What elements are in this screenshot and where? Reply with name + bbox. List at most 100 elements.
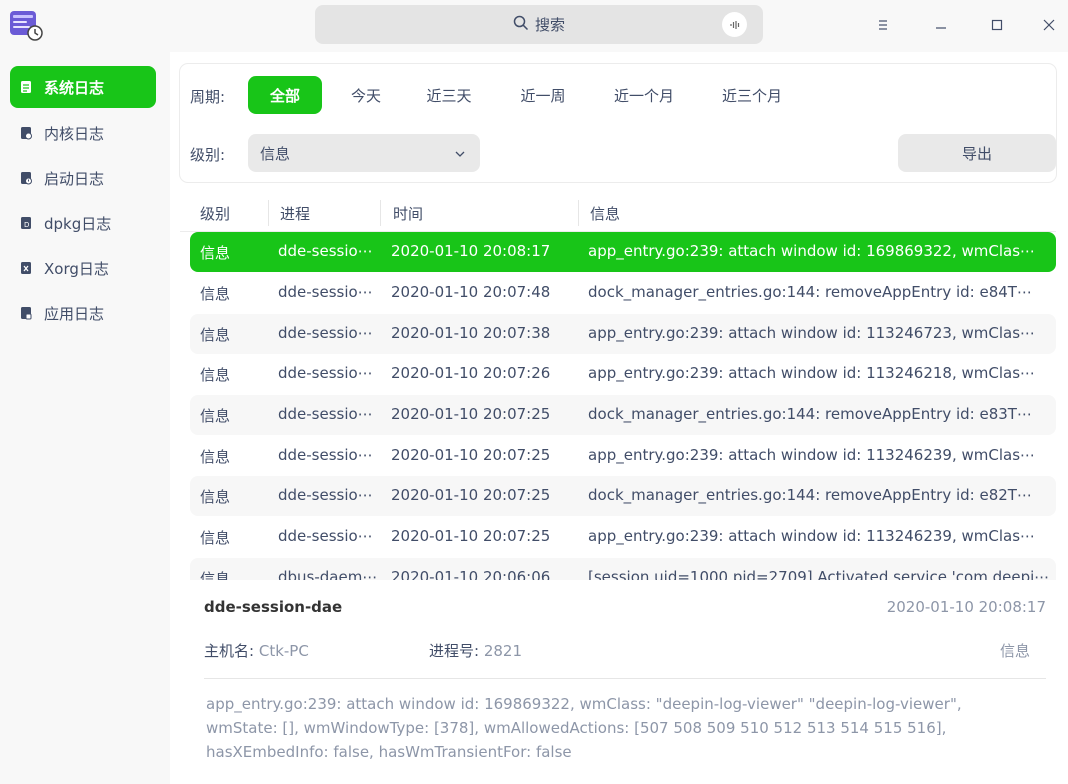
row-info: app_entry.go:239: attach window id: 1698… [588, 242, 1036, 260]
period-month-button[interactable]: 近一个月 [602, 76, 686, 114]
sidebar-item-label: 应用日志 [44, 304, 105, 323]
row-info: app_entry.go:239: attach window id: 1132… [588, 446, 1036, 464]
maximize-icon[interactable] [980, 8, 1014, 42]
table-row[interactable]: 信息 dde-sessio⋯ 2020-01-10 20:07:25 dock_… [190, 476, 1056, 516]
voice-icon[interactable] [722, 12, 747, 37]
detail-panel: dde-session-dae 2020-01-10 20:08:17 主机名:… [170, 580, 1068, 784]
row-info: app_entry.go:239: attach window id: 1132… [588, 527, 1036, 545]
detail-divider [204, 678, 1046, 679]
table-row[interactable]: 信息 dde-sessio⋯ 2020-01-10 20:07:25 dock_… [190, 395, 1056, 435]
column-divider[interactable] [268, 200, 269, 226]
row-process: dde-sessio⋯ [278, 446, 373, 464]
minimize-icon[interactable] [924, 8, 958, 42]
period-label: 周期: [190, 88, 226, 106]
app-log-icon [18, 305, 34, 321]
column-header-process[interactable]: 进程 [280, 203, 310, 223]
row-time: 2020-01-10 20:07:38 [391, 324, 551, 342]
log-table: 级别 进程 时间 信息 信息 dde-sessio⋯ 2020-01-10 20… [180, 194, 1056, 630]
row-level: 信息 [200, 366, 231, 384]
search-icon [513, 15, 529, 35]
row-level: 信息 [200, 448, 231, 466]
row-process: dde-sessio⋯ [278, 242, 373, 260]
table-row[interactable]: 信息 dde-sessio⋯ 2020-01-10 20:07:26 app_e… [190, 354, 1056, 394]
row-process: dde-sessio⋯ [278, 324, 373, 342]
detail-host-value: Ctk-PC [258, 642, 309, 660]
detail-pid: 进程号: 2821 [429, 640, 522, 661]
sidebar-item-kernel-log[interactable]: 内核日志 [10, 112, 156, 154]
export-button[interactable]: 导出 [898, 134, 1056, 172]
column-header-time[interactable]: 时间 [393, 203, 423, 223]
sidebar-item-boot-log[interactable]: 启动日志 [10, 157, 156, 199]
row-info: dock_manager_entries.go:144: removeAppEn… [588, 283, 1032, 301]
titlebar: 搜索 [0, 0, 1068, 52]
table-row[interactable]: 信息 dde-sessio⋯ 2020-01-10 20:07:38 app_e… [190, 314, 1056, 354]
row-level: 信息 [200, 285, 231, 303]
search-input[interactable]: 搜索 [315, 5, 763, 44]
boot-icon [18, 170, 34, 186]
level-select-value: 信息 [260, 144, 291, 163]
row-process: dde-sessio⋯ [278, 486, 373, 504]
detail-process: dde-session-dae [204, 598, 343, 616]
column-divider[interactable] [380, 200, 381, 226]
sidebar-item-system-log[interactable]: 系统日志 [10, 66, 156, 108]
row-time: 2020-01-10 20:07:48 [391, 283, 551, 301]
table-row[interactable]: 信息 dde-sessio⋯ 2020-01-10 20:08:17 app_e… [190, 232, 1056, 272]
period-all-button[interactable]: 全部 [248, 76, 322, 114]
sidebar-item-label: 内核日志 [44, 124, 105, 143]
row-process: dde-sessio⋯ [278, 283, 373, 301]
period-today-button[interactable]: 今天 [338, 76, 394, 114]
table-row[interactable]: 信息 dde-sessio⋯ 2020-01-10 20:07:25 app_e… [190, 517, 1056, 557]
sidebar-item-app-log[interactable]: 应用日志 [10, 292, 156, 334]
filter-panel: 周期: 全部 今天 近三天 近一周 近一个月 近三个月 级别: 信息 导出 [180, 64, 1056, 182]
period-3months-button[interactable]: 近三个月 [710, 76, 794, 114]
row-process: dde-sessio⋯ [278, 364, 373, 382]
sidebar-item-label: Xorg日志 [44, 259, 109, 278]
detail-level: 信息 [999, 642, 1030, 660]
detail-host: 主机名: Ctk-PC [204, 640, 309, 661]
level-label: 级别: [190, 146, 226, 164]
period-3days-button[interactable]: 近三天 [414, 76, 484, 114]
row-level: 信息 [200, 244, 231, 262]
row-process: dde-sessio⋯ [278, 527, 373, 545]
row-info: dock_manager_entries.go:144: removeAppEn… [588, 405, 1032, 423]
table-row[interactable]: 信息 dde-sessio⋯ 2020-01-10 20:07:25 app_e… [190, 436, 1056, 476]
close-icon[interactable] [1032, 8, 1066, 42]
table-header: 级别 进程 时间 信息 [180, 194, 1056, 232]
sidebar-item-label: 系统日志 [44, 78, 105, 97]
sidebar-item-xorg-log[interactable]: Xorg日志 [10, 247, 156, 289]
menu-icon[interactable] [866, 8, 900, 42]
document-icon [18, 79, 34, 95]
search-placeholder: 搜索 [534, 16, 565, 34]
column-divider[interactable] [578, 200, 579, 226]
table-row[interactable]: 信息 dde-sessio⋯ 2020-01-10 20:07:48 dock_… [190, 273, 1056, 313]
sidebar-item-label: dpkg日志 [44, 214, 112, 233]
sidebar-item-dpkg-log[interactable]: D dpkg日志 [10, 202, 156, 244]
row-time: 2020-01-10 20:07:25 [391, 446, 551, 464]
column-header-level[interactable]: 级别 [200, 203, 230, 223]
row-level: 信息 [200, 529, 231, 547]
main-panel: 周期: 全部 今天 近三天 近一周 近一个月 近三个月 级别: 信息 导出 级别… [170, 52, 1068, 784]
row-time: 2020-01-10 20:08:17 [391, 242, 551, 260]
row-level: 信息 [200, 488, 231, 506]
row-time: 2020-01-10 20:07:26 [391, 364, 551, 382]
detail-pid-label: 进程号: [429, 642, 480, 660]
row-level: 信息 [200, 407, 231, 425]
chevron-down-icon [454, 146, 466, 164]
app-icon [8, 8, 46, 42]
period-week-button[interactable]: 近一周 [508, 76, 578, 114]
level-select[interactable]: 信息 [248, 134, 480, 172]
row-process: dde-sessio⋯ [278, 405, 373, 423]
package-icon: D [18, 215, 34, 231]
detail-host-label: 主机名: [204, 642, 255, 660]
row-time: 2020-01-10 20:07:25 [391, 405, 551, 423]
sidebar: 系统日志 内核日志 启动日志 D dpkg日志 Xorg日志 应用日志 [0, 52, 170, 784]
detail-message: app_entry.go:239: attach window id: 1698… [206, 695, 962, 761]
row-info: app_entry.go:239: attach window id: 1132… [588, 324, 1036, 342]
sidebar-item-label: 启动日志 [44, 169, 105, 188]
svg-text:D: D [24, 221, 29, 229]
column-header-info[interactable]: 信息 [590, 203, 620, 223]
detail-pid-value: 2821 [483, 642, 523, 660]
row-time: 2020-01-10 20:07:25 [391, 527, 551, 545]
kernel-icon [18, 125, 34, 141]
xorg-icon [18, 260, 34, 276]
